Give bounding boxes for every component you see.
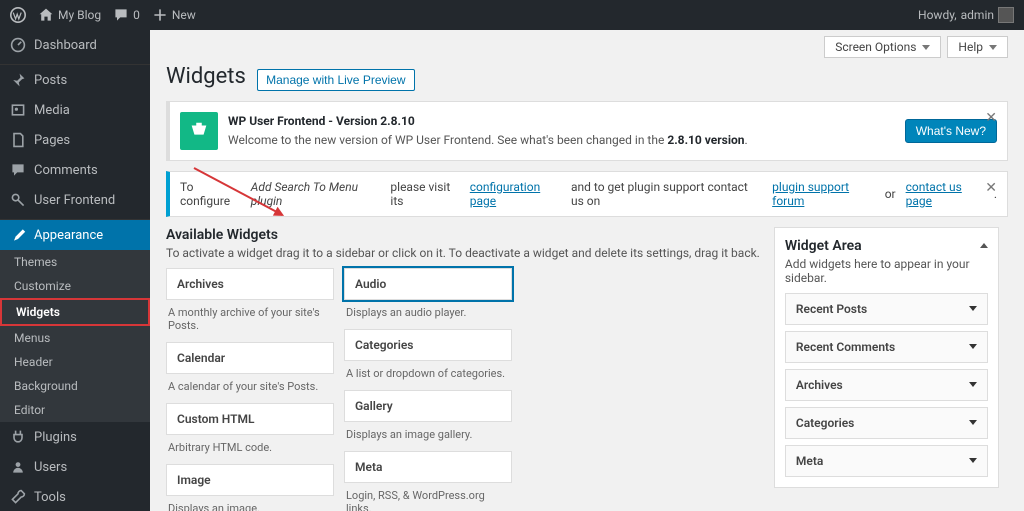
sidebar-item-appearance[interactable]: Appearance bbox=[0, 220, 150, 250]
page-title: Widgets bbox=[166, 64, 246, 89]
chevron-down-icon bbox=[969, 458, 977, 463]
chevron-down-icon bbox=[969, 382, 977, 387]
sidebar-item-pages[interactable]: Pages bbox=[0, 125, 150, 155]
support-forum-link[interactable]: plugin support forum bbox=[772, 180, 875, 208]
sidebar-item-user-frontend[interactable]: User Frontend bbox=[0, 185, 150, 215]
live-preview-button[interactable]: Manage with Live Preview bbox=[257, 69, 414, 91]
sidebar-item-tools[interactable]: Tools bbox=[0, 482, 150, 511]
available-widgets-heading: Available Widgets bbox=[166, 227, 760, 243]
plugin-icon bbox=[180, 112, 218, 150]
chevron-down-icon bbox=[969, 420, 977, 425]
notice-wp-user-frontend: WP User Frontend - Version 2.8.10 Welcom… bbox=[166, 101, 1008, 161]
sidebar-item-users[interactable]: Users bbox=[0, 452, 150, 482]
comments-count: 0 bbox=[133, 8, 140, 22]
contact-us-link[interactable]: contact us page bbox=[906, 180, 984, 208]
brush-icon bbox=[10, 227, 26, 243]
howdy-link[interactable]: Howdy, admin bbox=[918, 7, 1014, 23]
comment-icon bbox=[10, 162, 26, 178]
widget-gallery[interactable]: Gallery bbox=[344, 390, 512, 422]
area-widget-categories[interactable]: Categories bbox=[785, 407, 988, 439]
sidebar-item-background[interactable]: Background bbox=[0, 374, 150, 398]
dismiss-notice-button[interactable]: ✕ bbox=[985, 180, 997, 196]
area-widget-recent-posts[interactable]: Recent Posts bbox=[785, 293, 988, 325]
widget-meta[interactable]: Meta bbox=[344, 451, 512, 483]
chevron-down-icon bbox=[922, 45, 930, 50]
sidebar-item-media[interactable]: Media bbox=[0, 95, 150, 125]
sidebar-item-header[interactable]: Header bbox=[0, 350, 150, 374]
widget-archives[interactable]: Archives bbox=[166, 268, 334, 300]
media-icon bbox=[10, 102, 26, 118]
sidebar-item-comments[interactable]: Comments bbox=[0, 155, 150, 185]
sidebar-item-posts[interactable]: Posts bbox=[0, 65, 150, 95]
sidebar-item-themes[interactable]: Themes bbox=[0, 250, 150, 274]
new-label: New bbox=[172, 8, 196, 22]
key-icon bbox=[10, 192, 26, 208]
sidebar-item-customize[interactable]: Customize bbox=[0, 274, 150, 298]
page-icon bbox=[10, 132, 26, 148]
sidebar-item-editor[interactable]: Editor bbox=[0, 398, 150, 422]
comment-icon bbox=[113, 7, 129, 23]
sidebar-item-dashboard[interactable]: Dashboard bbox=[0, 30, 150, 60]
new-content-link[interactable]: New bbox=[152, 7, 196, 23]
area-widget-archives[interactable]: Archives bbox=[785, 369, 988, 401]
chevron-down-icon bbox=[989, 45, 997, 50]
dismiss-notice-button[interactable]: ✕ bbox=[985, 110, 997, 126]
chevron-down-icon bbox=[969, 306, 977, 311]
widget-categories[interactable]: Categories bbox=[344, 329, 512, 361]
chevron-up-icon bbox=[980, 243, 988, 248]
avatar bbox=[998, 7, 1014, 23]
pin-icon bbox=[10, 72, 26, 88]
area-widget-recent-comments[interactable]: Recent Comments bbox=[785, 331, 988, 363]
widget-custom-html[interactable]: Custom HTML bbox=[166, 403, 334, 435]
widget-audio[interactable]: Audio bbox=[344, 268, 512, 300]
site-link[interactable]: My Blog bbox=[38, 7, 101, 23]
help-button[interactable]: Help bbox=[947, 36, 1008, 58]
dashboard-icon bbox=[10, 37, 26, 53]
plus-icon bbox=[152, 7, 168, 23]
chevron-down-icon bbox=[969, 344, 977, 349]
config-page-link[interactable]: configuration page bbox=[470, 180, 561, 208]
comments-link[interactable]: 0 bbox=[113, 7, 140, 23]
home-icon bbox=[38, 7, 54, 23]
users-icon bbox=[10, 459, 26, 475]
admin-bar: My Blog 0 New Howdy, admin bbox=[0, 0, 1024, 30]
sidebar-item-plugins[interactable]: Plugins bbox=[0, 422, 150, 452]
widget-area-heading[interactable]: Widget Area bbox=[785, 238, 988, 254]
whats-new-button[interactable]: What's New? bbox=[905, 119, 997, 143]
site-title: My Blog bbox=[58, 8, 101, 22]
available-widgets-desc: To activate a widget drag it to a sideba… bbox=[166, 246, 760, 260]
screen-options-button[interactable]: Screen Options bbox=[824, 36, 941, 58]
plug-icon bbox=[10, 429, 26, 445]
sidebar-item-menus[interactable]: Menus bbox=[0, 326, 150, 350]
widget-image[interactable]: Image bbox=[166, 464, 334, 496]
widget-calendar[interactable]: Calendar bbox=[166, 342, 334, 374]
admin-sidebar: Dashboard Posts Media Pages Comments Use… bbox=[0, 30, 150, 511]
area-widget-meta[interactable]: Meta bbox=[785, 445, 988, 477]
wp-logo[interactable] bbox=[10, 7, 26, 23]
widget-area-panel: Widget Area Add widgets here to appear i… bbox=[774, 227, 999, 488]
notice-search-plugin: To configure Add Search To Menu plugin p… bbox=[166, 171, 1008, 217]
wrench-icon bbox=[10, 489, 26, 505]
sidebar-item-widgets[interactable]: Widgets bbox=[2, 300, 148, 324]
